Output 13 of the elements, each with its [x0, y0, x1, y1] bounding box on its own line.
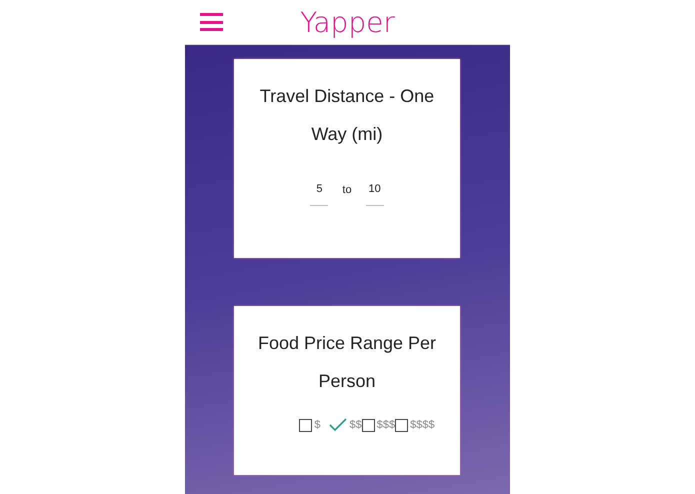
card-title: Travel Distance - One Way (mi) [258, 85, 436, 146]
range-separator: to [342, 184, 352, 196]
checkmark-icon[interactable] [328, 418, 347, 432]
card-title: Food Price Range Per Person [256, 332, 438, 393]
checkbox[interactable] [395, 418, 408, 432]
checkbox[interactable] [362, 418, 375, 432]
menu-icon[interactable] [200, 13, 223, 31]
price-option-label: $$$ [376, 419, 396, 431]
price-option-label: $$ [350, 419, 362, 431]
checkbox[interactable] [299, 418, 312, 432]
app-title: Yapper [300, 6, 395, 38]
price-option-label: $ [314, 419, 321, 431]
price-option-label: $$$$ [410, 419, 435, 431]
